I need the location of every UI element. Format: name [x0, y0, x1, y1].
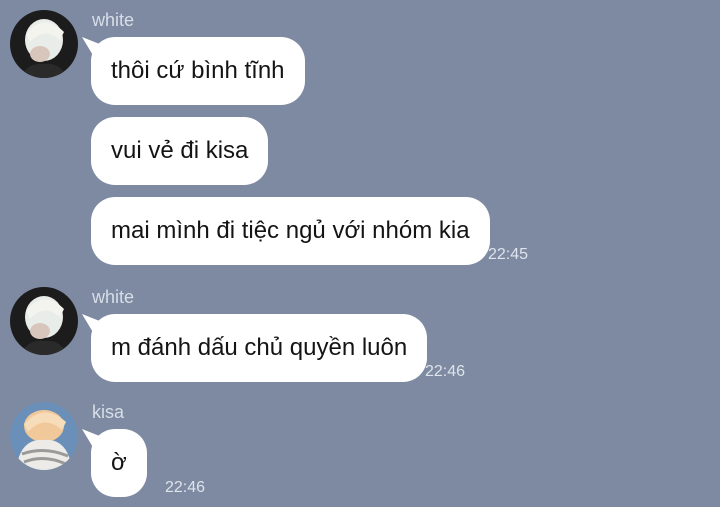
sender-name: white	[92, 10, 135, 30]
sender-avatar-white[interactable]	[10, 287, 78, 355]
message-bubble[interactable]: ờ	[91, 429, 147, 497]
message-timestamp: 22:46	[425, 363, 466, 380]
white-avatar-icon	[10, 287, 78, 355]
sender-name: kisa	[92, 402, 125, 422]
message-bubble[interactable]: m đánh dấu chủ quyền luôn	[91, 314, 428, 382]
message-timestamp: 22:46	[165, 479, 206, 496]
sender-name: white	[92, 287, 135, 307]
message-bubble[interactable]: mai mình đi tiệc ngủ với nhóm kia	[91, 197, 490, 265]
kisa-avatar-icon	[10, 402, 78, 470]
message-timestamp: 22:45	[488, 246, 529, 263]
white-avatar-icon	[10, 10, 78, 78]
sender-avatar-kisa[interactable]	[10, 402, 78, 470]
message-bubble[interactable]: vui vẻ đi kisa	[91, 117, 269, 185]
message-bubble[interactable]: thôi cứ bình tĩnh	[91, 37, 305, 105]
sender-avatar-white[interactable]	[10, 10, 78, 78]
